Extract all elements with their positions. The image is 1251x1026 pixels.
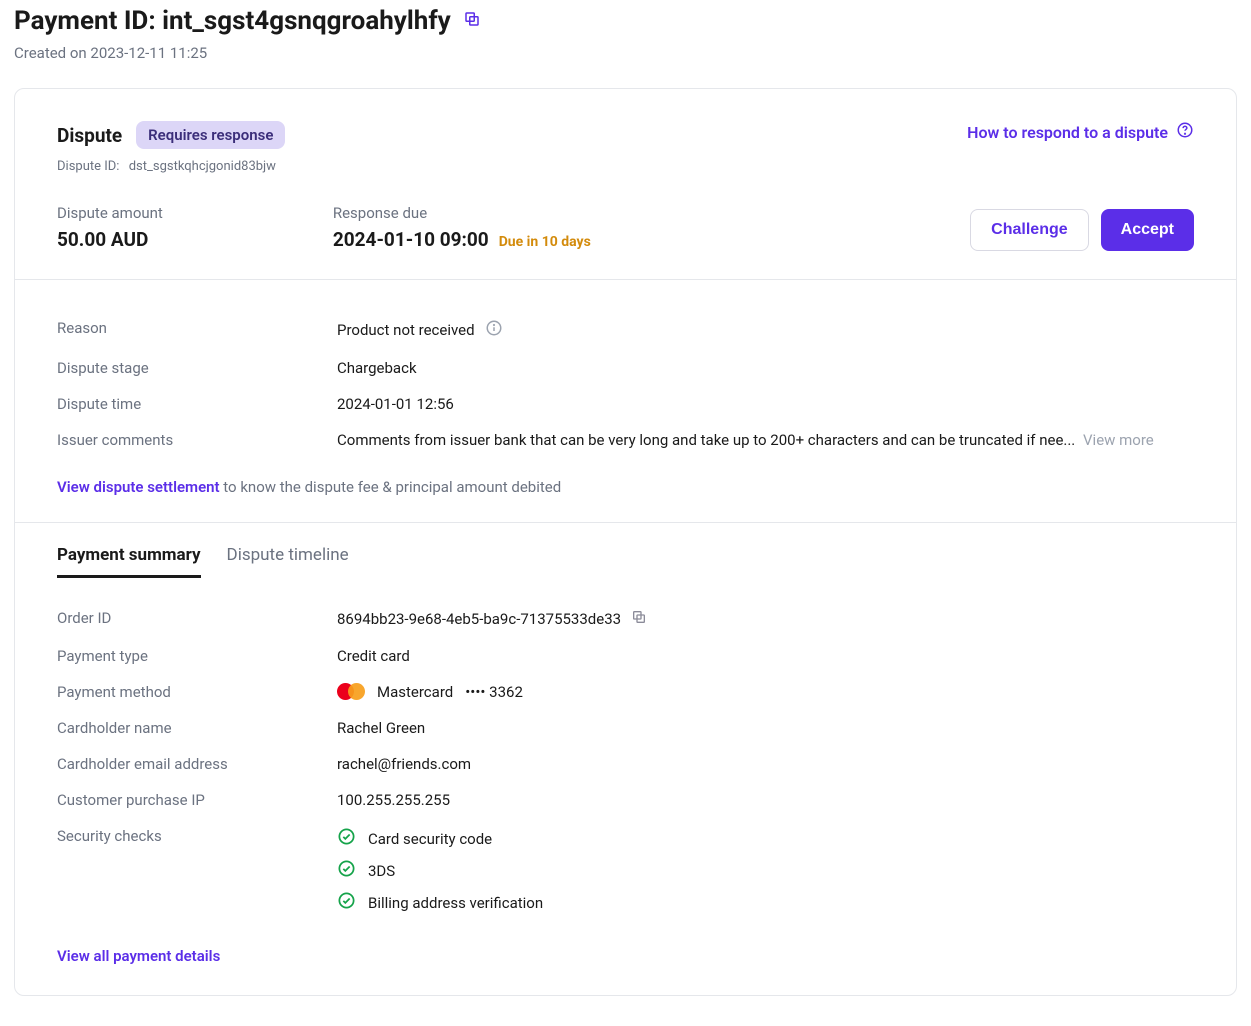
- copy-icon[interactable]: [631, 609, 647, 629]
- dispute-time-value: 2024-01-01 12:56: [337, 395, 1194, 413]
- check-circle-icon: [337, 827, 356, 850]
- check-circle-icon: [337, 859, 356, 882]
- page-title-row: Payment ID: int_sgst4gsnqgroahylhfy: [14, 6, 1237, 36]
- how-to-respond-label: How to respond to a dispute: [967, 123, 1168, 142]
- payment-method-brand: Mastercard: [377, 683, 453, 701]
- payment-type-value: Credit card: [337, 647, 1194, 665]
- order-id-label: Order ID: [57, 609, 337, 629]
- settlement-rest: to know the dispute fee & principal amou…: [220, 478, 562, 496]
- payment-section: Payment summary Dispute timeline Order I…: [15, 523, 1236, 995]
- response-due-label: Response due: [333, 204, 591, 222]
- cardholder-email-label: Cardholder email address: [57, 755, 337, 773]
- payment-method-mask: •••• 3362: [465, 683, 523, 701]
- view-more-link[interactable]: View more: [1083, 431, 1154, 449]
- accept-button[interactable]: Accept: [1101, 209, 1194, 251]
- issuer-comments-value: Comments from issuer bank that can be ve…: [337, 431, 1075, 449]
- security-check-item: Billing address verification: [337, 891, 543, 914]
- dispute-id: Dispute ID: dst_sgstkqhcjgonid83bjw: [57, 159, 285, 174]
- security-checks-list: Card security code 3DS Billing address v…: [337, 827, 543, 914]
- security-check-item: Card security code: [337, 827, 543, 850]
- response-due-value: 2024-01-10 09:00: [333, 228, 489, 251]
- security-check-label: 3DS: [368, 862, 395, 880]
- issuer-comments-label: Issuer comments: [57, 431, 337, 449]
- payment-type-label: Payment type: [57, 647, 337, 665]
- page-title: Payment ID: int_sgst4gsnqgroahylhfy: [14, 6, 451, 36]
- copy-icon[interactable]: [463, 10, 481, 32]
- help-circle-icon: [1176, 121, 1194, 143]
- tab-dispute-timeline[interactable]: Dispute timeline: [227, 545, 349, 578]
- cardholder-name-label: Cardholder name: [57, 719, 337, 737]
- customer-ip-label: Customer purchase IP: [57, 791, 337, 809]
- dispute-amount-block: Dispute amount 50.00 AUD: [57, 204, 163, 251]
- tab-payment-summary[interactable]: Payment summary: [57, 545, 201, 578]
- info-icon[interactable]: [485, 319, 503, 341]
- due-in-badge: Due in 10 days: [499, 234, 591, 250]
- response-due-block: Response due 2024-01-10 09:00 Due in 10 …: [333, 204, 591, 251]
- page-header: Payment ID: int_sgst4gsnqgroahylhfy Crea…: [14, 6, 1237, 62]
- order-id-value: 8694bb23-9e68-4eb5-ba9c-71375533de33: [337, 610, 621, 628]
- action-buttons: Challenge Accept: [970, 209, 1194, 251]
- created-on: Created on 2023-12-11 11:25: [14, 44, 1237, 62]
- security-checks-label: Security checks: [57, 827, 337, 914]
- dispute-card: Dispute Requires response Dispute ID: ds…: [14, 88, 1237, 996]
- dispute-details: Reason Product not received Dispute stag…: [15, 280, 1236, 523]
- dispute-header: Dispute Requires response Dispute ID: ds…: [15, 89, 1236, 280]
- security-check-label: Billing address verification: [368, 894, 543, 912]
- dispute-stage-value: Chargeback: [337, 359, 1194, 377]
- dispute-stage-label: Dispute stage: [57, 359, 337, 377]
- tabs: Payment summary Dispute timeline: [57, 545, 1194, 578]
- status-badge: Requires response: [136, 121, 285, 149]
- mastercard-icon: [337, 683, 365, 701]
- security-check-label: Card security code: [368, 830, 492, 848]
- settlement-line: View dispute settlement to know the disp…: [57, 478, 1194, 496]
- dispute-id-label: Dispute ID:: [57, 159, 119, 174]
- payment-method-label: Payment method: [57, 683, 337, 701]
- check-circle-icon: [337, 891, 356, 914]
- cardholder-email-value: rachel@friends.com: [337, 755, 1194, 773]
- how-to-respond-link[interactable]: How to respond to a dispute: [967, 121, 1194, 143]
- customer-ip-value: 100.255.255.255: [337, 791, 1194, 809]
- dispute-id-value: dst_sgstkqhcjgonid83bjw: [129, 159, 276, 174]
- view-dispute-settlement-link[interactable]: View dispute settlement: [57, 478, 220, 496]
- dispute-time-label: Dispute time: [57, 395, 337, 413]
- dispute-amount-value: 50.00 AUD: [57, 228, 163, 251]
- challenge-button[interactable]: Challenge: [970, 209, 1088, 251]
- dispute-heading: Dispute: [57, 124, 122, 147]
- reason-value: Product not received: [337, 321, 475, 339]
- cardholder-name-value: Rachel Green: [337, 719, 1194, 737]
- security-check-item: 3DS: [337, 859, 543, 882]
- dispute-amount-label: Dispute amount: [57, 204, 163, 222]
- reason-label: Reason: [57, 319, 337, 341]
